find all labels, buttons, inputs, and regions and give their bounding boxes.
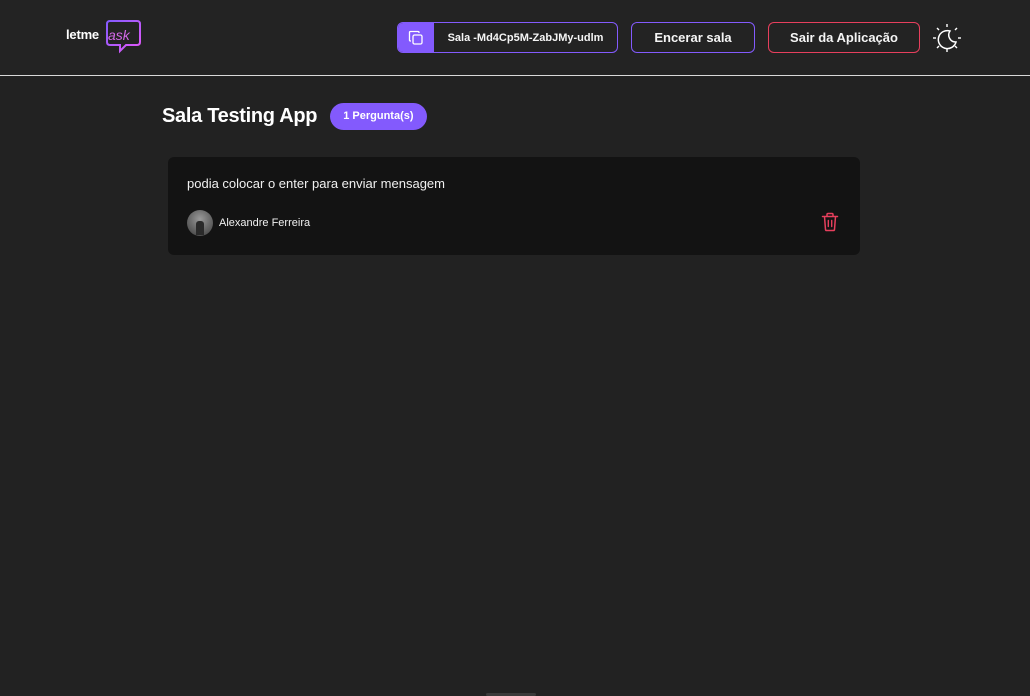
exit-app-button[interactable]: Sair da Aplicação [768, 22, 920, 53]
room-code-label: Sala -Md4Cp5M-ZabJMy-udlm [447, 31, 604, 44]
logo-ask-bubble: ask [104, 20, 141, 56]
room-main: Sala Testing App 1 Pergunta(s) [162, 100, 862, 132]
room-title: Sala Testing App [162, 104, 318, 127]
author-name: Alexandre Ferreira [219, 217, 311, 229]
moon-sun-icon [933, 24, 961, 52]
letmeask-logo[interactable]: letme ask [64, 19, 144, 57]
app-header: letme ask Sala -Md4Cp5M-ZabJMy-udlm Ence… [0, 0, 1030, 76]
avatar [187, 210, 213, 236]
room-code-copy-button[interactable]: Sala -Md4Cp5M-ZabJMy-udlm [397, 22, 618, 53]
logo-ask-text: ask [108, 27, 130, 43]
copy-icon [408, 30, 423, 45]
trash-icon [821, 212, 839, 232]
question-content: podia colocar o enter para enviar mensag… [187, 176, 445, 191]
delete-question-button[interactable] [820, 211, 840, 233]
room-title-row: Sala Testing App 1 Pergunta(s) [162, 100, 862, 132]
question-author: Alexandre Ferreira [187, 210, 310, 236]
theme-toggle-button[interactable] [932, 23, 962, 53]
logo-letme-text: letme [66, 27, 99, 42]
question-count-badge: 1 Pergunta(s) [330, 102, 427, 130]
copy-icon-box[interactable] [398, 23, 434, 52]
close-room-button[interactable]: Encerar sala [631, 22, 755, 53]
question-card: podia colocar o enter para enviar mensag… [168, 157, 860, 255]
